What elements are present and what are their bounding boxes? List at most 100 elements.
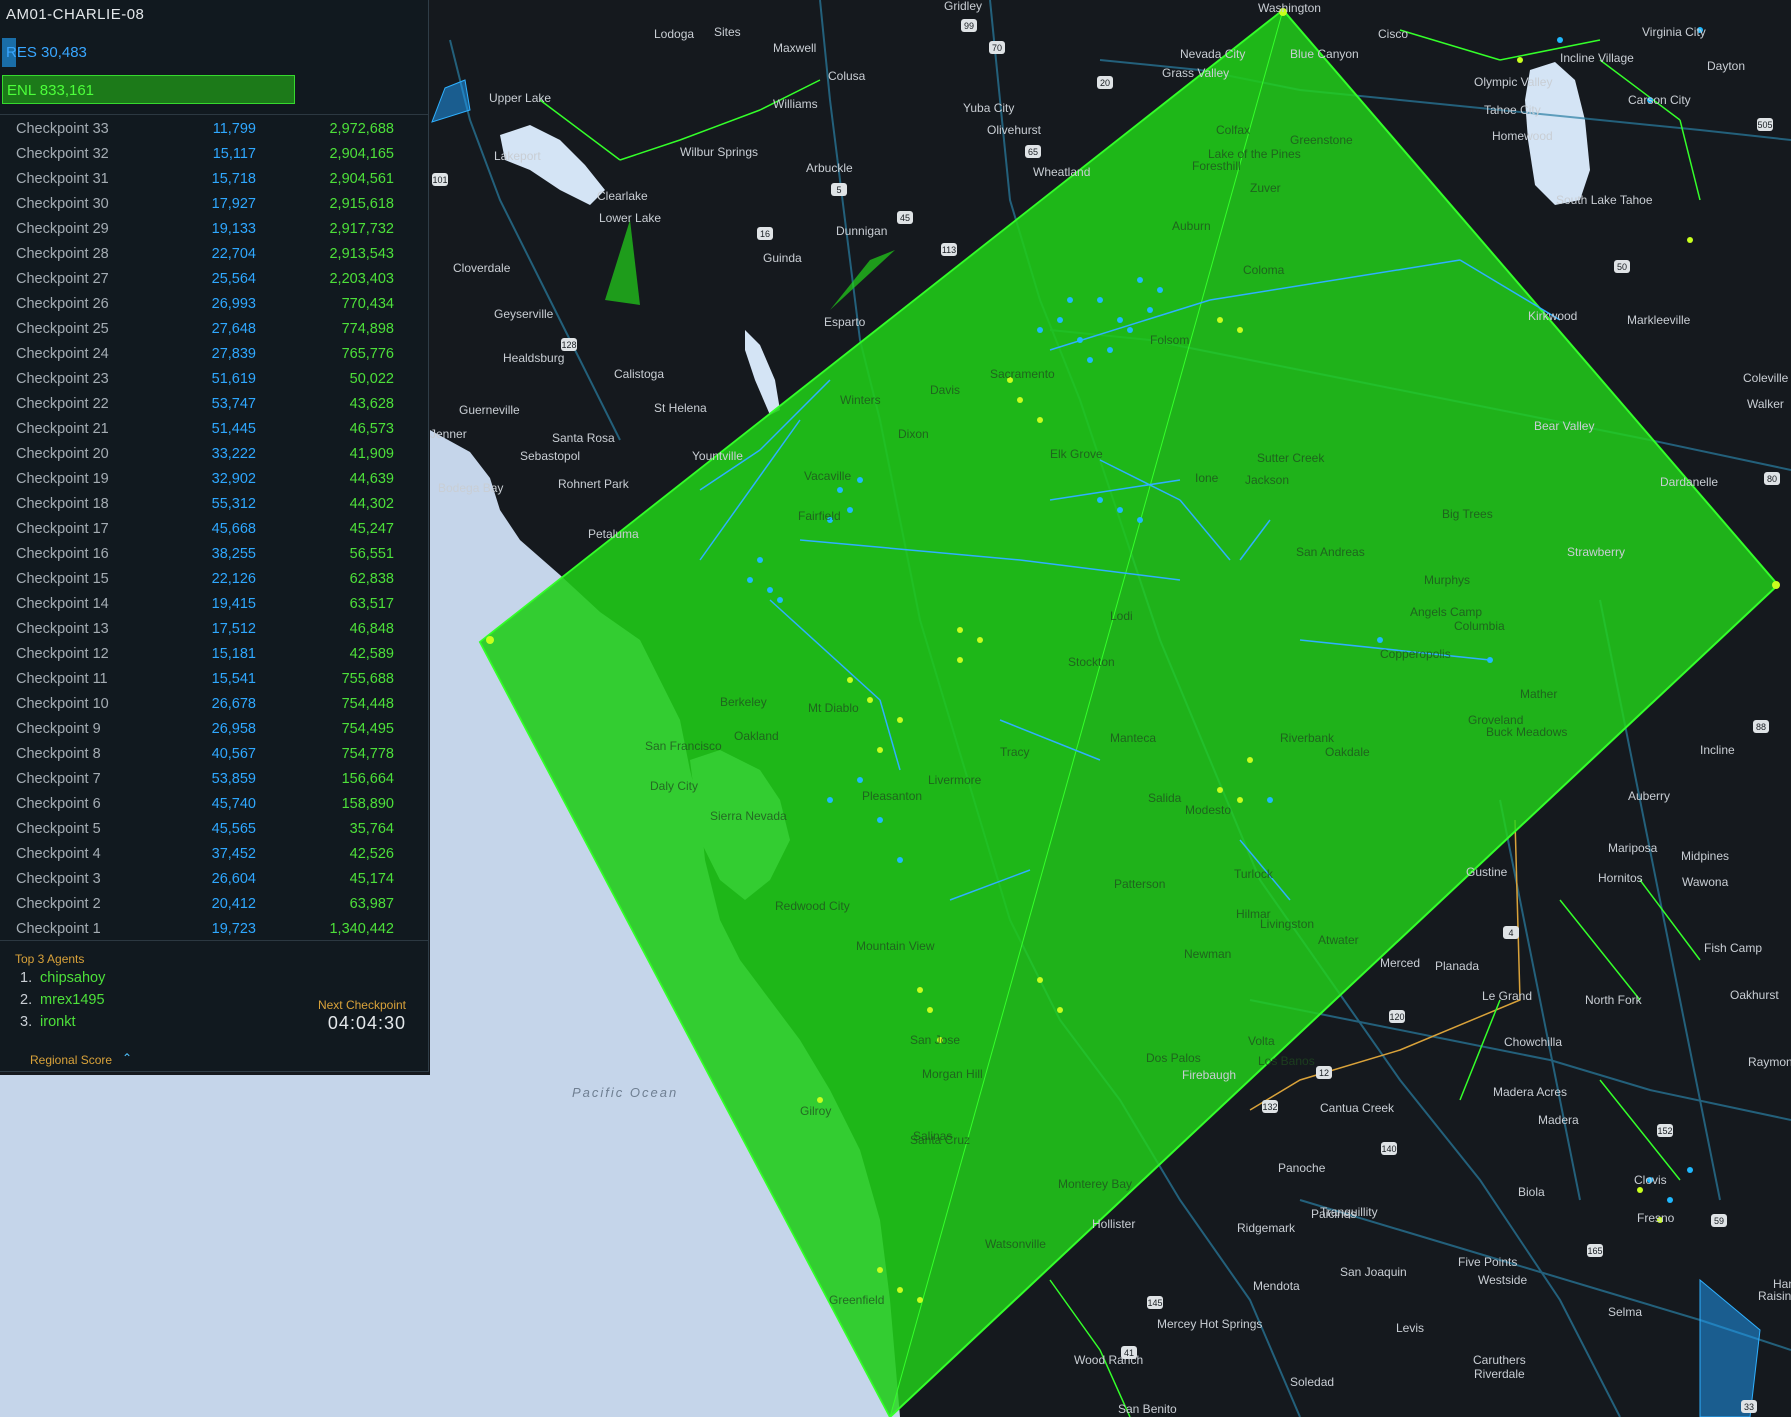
- regional-score-toggle[interactable]: Regional Score ⌃: [0, 1048, 428, 1072]
- svg-text:Salida: Salida: [1148, 791, 1182, 805]
- checkpoint-enl-score: 754,778: [341, 746, 394, 762]
- svg-text:North Fork: North Fork: [1585, 993, 1643, 1007]
- checkpoint-name: Checkpoint 9: [16, 721, 101, 737]
- checkpoint-row: Checkpoint 15 22,126 62,838: [0, 567, 428, 592]
- svg-text:99: 99: [964, 21, 974, 31]
- checkpoint-res-score: 27,839: [211, 346, 256, 362]
- svg-text:Fairfield: Fairfield: [798, 509, 841, 523]
- svg-text:Lakeport: Lakeport: [494, 149, 541, 163]
- checkpoint-enl-score: 35,764: [349, 821, 394, 837]
- checkpoint-row: Checkpoint 6 45,740 158,890: [0, 792, 428, 817]
- svg-text:Madera: Madera: [1538, 1113, 1579, 1127]
- checkpoint-row: Checkpoint 13 17,512 46,848: [0, 617, 428, 642]
- checkpoint-res-score: 17,512: [211, 621, 256, 637]
- checkpoint-row: Checkpoint 11 15,541 755,688: [0, 667, 428, 692]
- checkpoint-row: Checkpoint 12 15,181 42,589: [0, 642, 428, 667]
- checkpoint-enl-score: 2,904,165: [329, 146, 394, 162]
- svg-text:Daly City: Daly City: [650, 779, 698, 793]
- agent-name[interactable]: mrex1495: [40, 992, 104, 1008]
- checkpoint-row: Checkpoint 33 11,799 2,972,688: [0, 117, 428, 142]
- checkpoint-res-score: 15,117: [212, 146, 256, 162]
- checkpoint-name: Checkpoint 20: [16, 446, 109, 462]
- checkpoint-row: Checkpoint 29 19,133 2,917,732: [0, 217, 428, 242]
- svg-text:Chowchilla: Chowchilla: [1504, 1035, 1562, 1049]
- enl-small-field[interactable]: [830, 250, 895, 310]
- checkpoint-name: Checkpoint 28: [16, 246, 109, 262]
- svg-text:Olympic Valley: Olympic Valley: [1474, 75, 1552, 89]
- svg-text:Morgan Hill: Morgan Hill: [922, 1067, 983, 1081]
- svg-text:Incline Village: Incline Village: [1560, 51, 1634, 65]
- top-agent-2[interactable]: 2. mrex1495: [20, 992, 105, 1008]
- svg-text:Upper Lake: Upper Lake: [489, 91, 551, 105]
- agent-name[interactable]: chipsahoy: [40, 970, 105, 986]
- checkpoint-name: Checkpoint 1: [16, 921, 101, 937]
- svg-text:Tracy: Tracy: [1000, 745, 1030, 759]
- checkpoint-name: Checkpoint 4: [16, 846, 101, 862]
- res-field[interactable]: [431, 79, 471, 123]
- checkpoint-row: Checkpoint 8 40,567 754,778: [0, 742, 428, 767]
- svg-text:Auberry: Auberry: [1628, 789, 1670, 803]
- svg-text:Wilbur Springs: Wilbur Springs: [680, 145, 758, 159]
- checkpoint-res-score: 19,723: [211, 921, 256, 937]
- checkpoint-name: Checkpoint 7: [16, 771, 101, 787]
- checkpoint-res-score: 11,799: [212, 121, 256, 137]
- ocean-label: Pacific Ocean: [572, 1085, 678, 1100]
- checkpoint-row: Checkpoint 28 22,704 2,913,543: [0, 242, 428, 267]
- svg-text:113: 113: [942, 245, 956, 255]
- checkpoint-row: Checkpoint 16 38,255 56,551: [0, 542, 428, 567]
- checkpoint-res-score: 33,222: [211, 446, 256, 462]
- svg-text:101: 101: [432, 175, 447, 185]
- svg-text:Sites: Sites: [714, 25, 741, 39]
- svg-text:128: 128: [561, 340, 576, 350]
- svg-text:Midpines: Midpines: [1681, 849, 1729, 863]
- agent-rank: 2.: [20, 992, 33, 1008]
- svg-text:Elk Grove: Elk Grove: [1050, 447, 1103, 461]
- checkpoint-enl-score: 63,517: [349, 596, 394, 612]
- svg-text:Yountville: Yountville: [692, 449, 743, 463]
- svg-text:Riverdale: Riverdale: [1474, 1367, 1525, 1381]
- checkpoint-enl-score: 770,434: [341, 296, 394, 312]
- svg-text:Strawberry: Strawberry: [1567, 545, 1625, 559]
- svg-text:Cisco: Cisco: [1378, 27, 1408, 41]
- agent-name[interactable]: ironkt: [40, 1014, 75, 1030]
- checkpoint-name: Checkpoint 19: [16, 471, 109, 487]
- svg-text:Guerneville: Guerneville: [459, 403, 520, 417]
- svg-text:Arbuckle: Arbuckle: [806, 161, 853, 175]
- enl-small-field[interactable]: [605, 220, 640, 305]
- svg-text:Selma: Selma: [1608, 1305, 1642, 1319]
- checkpoint-row: Checkpoint 19 32,902 44,639: [0, 467, 428, 492]
- enl-score-bar: ENL 833,161: [2, 75, 295, 104]
- checkpoint-row: Checkpoint 7 53,859 156,664: [0, 767, 428, 792]
- checkpoint-res-score: 26,993: [211, 296, 256, 312]
- svg-text:59: 59: [1714, 1216, 1724, 1226]
- svg-text:65: 65: [1028, 147, 1038, 157]
- svg-text:120: 120: [1389, 1012, 1404, 1022]
- top-agent-3[interactable]: 3. ironkt: [20, 1014, 76, 1030]
- checkpoint-row: Checkpoint 24 27,839 765,776: [0, 342, 428, 367]
- svg-text:Kirkwood: Kirkwood: [1528, 309, 1577, 323]
- checkpoint-enl-score: 2,972,688: [329, 121, 394, 137]
- svg-text:Santa Rosa: Santa Rosa: [552, 431, 615, 445]
- checkpoint-res-score: 22,704: [211, 246, 256, 262]
- svg-text:Five Points: Five Points: [1458, 1255, 1517, 1269]
- res-field[interactable]: [1699, 1278, 1761, 1417]
- checkpoint-name: Checkpoint 14: [16, 596, 109, 612]
- checkpoint-res-score: 25,564: [211, 271, 256, 287]
- checkpoint-enl-score: 2,203,403: [329, 271, 394, 287]
- svg-text:Buck Meadows: Buck Meadows: [1486, 725, 1567, 739]
- svg-text:Livingston: Livingston: [1260, 917, 1314, 931]
- checkpoint-res-score: 38,255: [211, 546, 256, 562]
- checkpoint-name: Checkpoint 31: [16, 171, 109, 187]
- checkpoint-row: Checkpoint 31 15,718 2,904,561: [0, 167, 428, 192]
- svg-text:Greenfield: Greenfield: [829, 1293, 884, 1307]
- checkpoint-enl-score: 44,639: [349, 471, 394, 487]
- checkpoint-name: Checkpoint 30: [16, 196, 109, 212]
- svg-text:Blue Canyon: Blue Canyon: [1290, 47, 1359, 61]
- svg-text:Nevada City: Nevada City: [1180, 47, 1245, 61]
- svg-text:Raymond: Raymond: [1748, 1055, 1791, 1069]
- checkpoint-enl-score: 46,573: [349, 421, 394, 437]
- checkpoint-enl-score: 44,302: [349, 496, 394, 512]
- checkpoint-res-score: 32,902: [211, 471, 256, 487]
- top-agent-1[interactable]: 1. chipsahoy: [20, 970, 105, 986]
- svg-text:Wheatland: Wheatland: [1033, 165, 1090, 179]
